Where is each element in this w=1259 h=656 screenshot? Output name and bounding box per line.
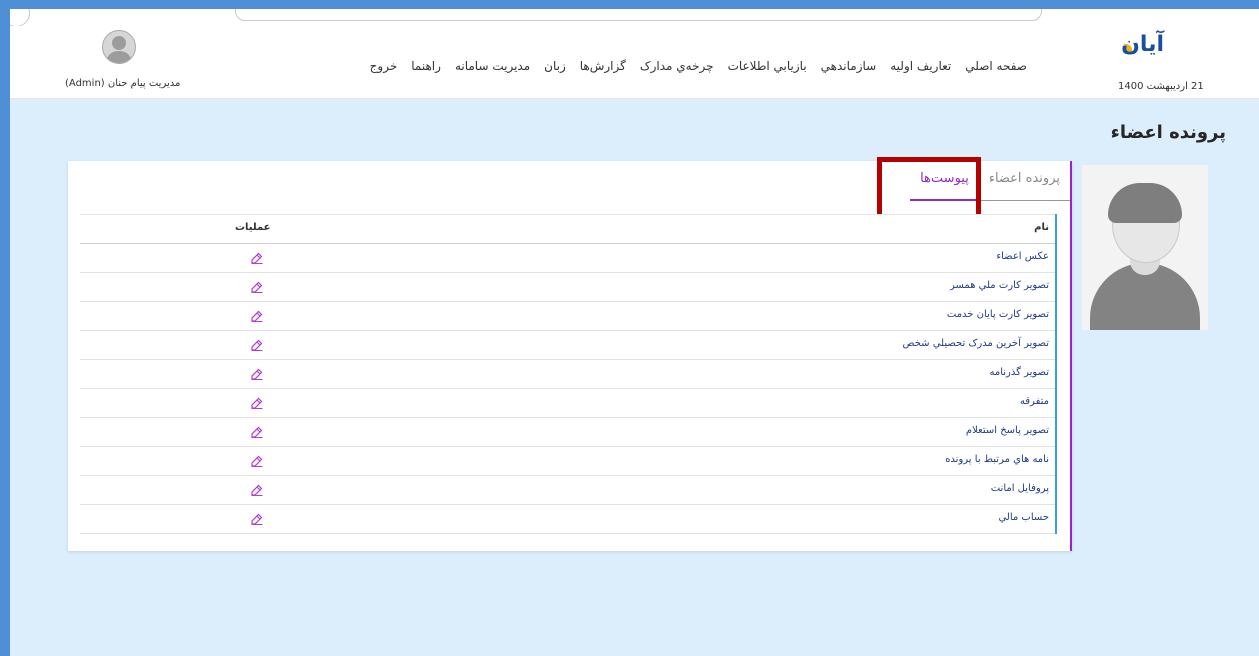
browser-top-strip [10,9,1259,27]
edit-icon[interactable] [250,453,264,467]
attachment-name-link[interactable]: پروفايل امانت [991,483,1049,494]
edit-icon[interactable] [250,395,264,409]
attachments-table: نام عمليات عكس اعضاء تصوير كارت ملي همسر ت… [80,214,1057,534]
main-nav: صفحه اصلي تعاريف اوليه سازماندهي بازيابي اط… [262,56,1034,76]
nav-item[interactable]: گزارش‌ها [573,56,633,76]
edit-icon[interactable] [250,424,264,438]
edit-icon[interactable] [250,337,264,351]
logo-text: آیان [1121,32,1164,57]
nav-item[interactable]: راهنما [404,56,448,76]
member-file-panel: پرونده اعضاء پیوست‌ها نام عمليات عكس اعض… [68,157,1072,551]
top-header: آیان 21 اردیبهشت 1400 صفحه اصلي تعاريف او… [10,26,1259,99]
attachment-name-link[interactable]: نامه هاي مرتبط با پرونده [945,454,1049,465]
attachment-name-link[interactable]: حساب مالي [998,512,1049,523]
edit-icon[interactable] [250,279,264,293]
nav-item[interactable]: صفحه اصلي [958,56,1034,76]
table-row: تصوير پاسخ استعلام [80,418,1055,447]
table-body: عكس اعضاء تصوير كارت ملي همسر تصوير كارت پ… [80,244,1055,534]
attachment-name-link[interactable]: تصوير آخرين مدرک تحصيلي شخص [902,338,1049,349]
table-row: عكس اعضاء [80,244,1055,273]
nav-item[interactable]: تعاريف اوليه [883,56,958,76]
attachment-name-link[interactable]: تصوير كارت ملي همسر [950,280,1049,291]
nav-item[interactable]: سازماندهي [814,56,884,76]
edit-icon[interactable] [250,308,264,322]
app-window: آیان 21 اردیبهشت 1400 صفحه اصلي تعاريف او… [10,9,1259,656]
current-date: 21 اردیبهشت 1400 [1118,81,1204,92]
edit-icon[interactable] [250,250,264,264]
table-row: تصوير كارت پايان خدمت [80,302,1055,331]
column-header-operations: عمليات [235,222,271,233]
nav-item[interactable]: بازيابي اطلاعات [721,56,814,76]
attachment-name-link[interactable]: تصوير پاسخ استعلام [966,425,1049,436]
edit-icon[interactable] [250,366,264,380]
member-photo [1082,165,1208,330]
nav-item[interactable]: زبان [537,56,573,76]
attachment-name-link[interactable]: تصوير گذرنامه [990,367,1050,378]
table-row: متفرقه [80,389,1055,418]
table-row: نامه هاي مرتبط با پرونده [80,447,1055,476]
browser-corner-button[interactable] [10,9,30,27]
column-header-name: نام [1034,222,1049,233]
address-bar[interactable] [235,9,1042,21]
nav-item[interactable]: چرخه‌ي مدارک [633,56,721,76]
user-avatar[interactable] [102,30,136,64]
edit-icon[interactable] [250,482,264,496]
page-title: پرونده اعضاء [1110,122,1226,143]
table-header: نام عمليات [80,214,1055,244]
nav-item[interactable]: مديريت سامانه [448,56,537,76]
table-row: تصوير كارت ملي همسر [80,273,1055,302]
table-row: حساب مالي [80,505,1055,534]
attachment-name-link[interactable]: عكس اعضاء [996,251,1049,262]
user-name: مدیریت پیام حنان (Admin) [65,78,181,89]
highlight-box [877,157,981,221]
attachment-name-link[interactable]: تصوير كارت پايان خدمت [947,309,1049,320]
avatar-head-shape [112,36,126,50]
app-logo[interactable]: آیان [1121,32,1164,58]
edit-icon[interactable] [250,511,264,525]
photo-hair-shape [1108,183,1182,223]
nav-item[interactable]: خروج [363,56,405,76]
table-row: تصوير گذرنامه [80,360,1055,389]
attachment-name-link[interactable]: متفرقه [1020,396,1049,407]
avatar-body-shape [107,51,131,63]
table-row: پروفايل امانت [80,476,1055,505]
tab-members-file[interactable]: پرونده اعضاء [978,161,1070,201]
table-row: تصوير آخرين مدرک تحصيلي شخص [80,331,1055,360]
